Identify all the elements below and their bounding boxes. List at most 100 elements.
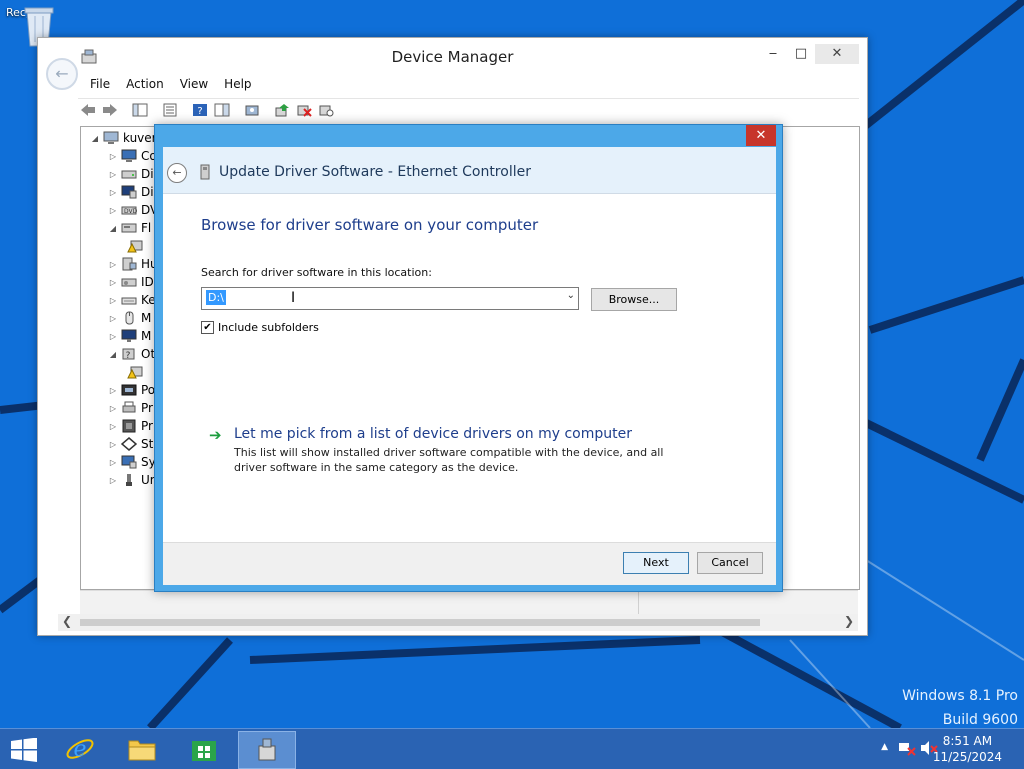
window-controls: ‒ □ ✕ bbox=[759, 44, 859, 64]
tree-item-label: Pr bbox=[141, 401, 153, 415]
properties-button[interactable] bbox=[160, 101, 180, 119]
dialog-close-button[interactable]: ✕ bbox=[746, 125, 776, 146]
floppy-controller-icon bbox=[121, 223, 137, 233]
update-driver-dialog[interactable]: ✕ ← Update Driver Software - Ethernet Co… bbox=[154, 124, 783, 592]
menu-help[interactable]: Help bbox=[216, 74, 259, 96]
menu-view[interactable]: View bbox=[172, 74, 216, 96]
tree-item[interactable]: ▷ DVD DV bbox=[109, 201, 158, 219]
expand-arrow-icon[interactable]: ▷ bbox=[109, 332, 117, 341]
clock[interactable]: 8:51 AM 11/25/2024 bbox=[933, 733, 1002, 765]
menu-action[interactable]: Action bbox=[118, 74, 172, 96]
tree-item[interactable]: ▷ M bbox=[109, 309, 158, 327]
uninstall-device-icon bbox=[297, 105, 312, 117]
collapse-arrow-icon[interactable]: ◢ bbox=[109, 224, 117, 233]
device-manager-icon bbox=[258, 738, 276, 761]
warning-device-icon bbox=[127, 240, 143, 253]
expand-arrow-icon[interactable]: ▷ bbox=[109, 476, 117, 485]
dialog-body: Browse for driver software on your compu… bbox=[163, 194, 776, 542]
expand-arrow-icon[interactable]: ▷ bbox=[109, 314, 117, 323]
pick-from-list-description: This list will show installed driver sof… bbox=[234, 446, 664, 474]
start-button[interactable] bbox=[10, 738, 38, 762]
tree-item[interactable]: ◢ Fl bbox=[109, 219, 158, 237]
menu-file[interactable]: File bbox=[82, 74, 118, 96]
close-button[interactable]: ✕ bbox=[815, 44, 859, 64]
tree-item[interactable]: ▷ Pr bbox=[109, 399, 158, 417]
expand-arrow-icon[interactable]: ▷ bbox=[109, 386, 117, 395]
show-hide-console-tree-button[interactable] bbox=[130, 101, 150, 119]
tree-item[interactable]: ▷ Pr bbox=[109, 417, 158, 435]
expand-arrow-icon[interactable]: ▷ bbox=[109, 188, 117, 197]
action-pane-button[interactable] bbox=[212, 101, 232, 119]
tree-item[interactable]: ▷ M bbox=[109, 327, 158, 345]
scroll-right-icon[interactable]: ❯ bbox=[844, 614, 854, 628]
tree-root[interactable]: ◢ kuver bbox=[91, 129, 157, 147]
taskbar-device-manager[interactable] bbox=[238, 731, 296, 769]
update-driver-button[interactable] bbox=[272, 101, 292, 119]
tree-item[interactable]: ▷ Sy bbox=[109, 453, 158, 471]
include-subfolders-checkbox[interactable]: ✔ bbox=[201, 321, 214, 334]
tree-item[interactable]: ▷ Ur bbox=[109, 471, 158, 489]
enable-device-button[interactable] bbox=[316, 101, 336, 119]
back-button[interactable] bbox=[78, 101, 98, 119]
next-button[interactable]: Next bbox=[623, 552, 689, 574]
tree-item[interactable]: ▷ ID bbox=[109, 273, 158, 291]
svg-text:?: ? bbox=[126, 351, 131, 361]
tree-item-child[interactable] bbox=[109, 237, 158, 255]
device-manager-titlebar[interactable]: ← Device Manager ‒ □ ✕ bbox=[38, 38, 867, 90]
system-devices-icon bbox=[121, 455, 137, 469]
scan-hardware-button[interactable] bbox=[242, 101, 262, 119]
tree-item[interactable]: ▷ St bbox=[109, 435, 158, 453]
taskbar-internet-explorer[interactable]: e bbox=[52, 731, 108, 767]
show-hidden-icons-arrow-icon[interactable]: ▲ bbox=[881, 742, 888, 752]
search-location-label: Search for driver software in this locat… bbox=[201, 266, 432, 279]
tree-item[interactable]: ◢? Ot bbox=[109, 345, 158, 363]
computer-icon bbox=[103, 131, 119, 144]
scrollbar-thumb[interactable] bbox=[80, 619, 760, 626]
scroll-left-icon[interactable]: ❮ bbox=[62, 614, 72, 628]
tree-item-label: Di bbox=[141, 185, 154, 199]
cancel-button[interactable]: Cancel bbox=[697, 552, 763, 574]
help-button[interactable]: ? bbox=[190, 101, 210, 119]
tree-item[interactable]: ▷ Co bbox=[109, 147, 158, 165]
pick-from-list-title[interactable]: Let me pick from a list of device driver… bbox=[234, 426, 632, 442]
dialog-heading: Browse for driver software on your compu… bbox=[201, 216, 539, 234]
expand-arrow-icon[interactable]: ▷ bbox=[109, 152, 117, 161]
tree-item[interactable]: ▷ Di bbox=[109, 183, 158, 201]
tree-item[interactable]: ▷ Di bbox=[109, 165, 158, 183]
minimize-button[interactable]: ‒ bbox=[759, 44, 787, 64]
taskbar-store[interactable] bbox=[176, 731, 232, 767]
forward-button[interactable] bbox=[100, 101, 120, 119]
mouse-icon bbox=[125, 311, 134, 325]
include-subfolders-option[interactable]: ✔ Include subfolders bbox=[201, 321, 319, 334]
expand-arrow-icon[interactable]: ▷ bbox=[109, 260, 117, 269]
tree-item[interactable]: ▷ Hu bbox=[109, 255, 158, 273]
chevron-down-icon[interactable]: ⌄ bbox=[567, 290, 575, 301]
expand-arrow-icon[interactable]: ▷ bbox=[109, 440, 117, 449]
menu-bar: File Action View Help bbox=[82, 74, 260, 96]
svg-text:?: ? bbox=[197, 106, 202, 117]
dialog-back-button[interactable]: ← bbox=[167, 163, 187, 183]
expand-arrow-icon[interactable]: ▷ bbox=[109, 170, 117, 179]
tree-item[interactable]: ▷ Ke bbox=[109, 291, 158, 309]
search-location-combobox[interactable]: D:\ I ⌄ bbox=[201, 287, 579, 310]
tree-item[interactable]: ▷ Po bbox=[109, 381, 158, 399]
tree-item-child[interactable] bbox=[109, 363, 158, 381]
taskbar-file-explorer[interactable] bbox=[114, 731, 170, 767]
hid-icon bbox=[122, 257, 137, 271]
expand-arrow-icon[interactable]: ▷ bbox=[109, 206, 117, 215]
expand-arrow-icon[interactable]: ▷ bbox=[109, 278, 117, 287]
browse-button[interactable]: Browse... bbox=[591, 288, 677, 311]
horizontal-scrollbar[interactable]: ❮ ❯ bbox=[58, 614, 858, 631]
tree-root-label: kuver bbox=[123, 131, 157, 145]
expand-arrow-icon[interactable]: ▷ bbox=[109, 404, 117, 413]
green-arrow-icon: ➔ bbox=[209, 426, 222, 444]
expand-arrow-icon[interactable]: ▷ bbox=[109, 422, 117, 431]
network-disconnected-icon[interactable] bbox=[898, 740, 916, 756]
recycle-bin[interactable]: Recyc bbox=[6, 4, 66, 47]
collapse-arrow-icon[interactable]: ◢ bbox=[109, 350, 117, 359]
expand-arrow-icon[interactable]: ▷ bbox=[109, 296, 117, 305]
uninstall-device-button[interactable] bbox=[294, 101, 314, 119]
expand-arrow-icon[interactable]: ▷ bbox=[109, 458, 117, 467]
maximize-button[interactable]: □ bbox=[787, 44, 815, 64]
collapse-arrow-icon[interactable]: ◢ bbox=[91, 134, 99, 143]
